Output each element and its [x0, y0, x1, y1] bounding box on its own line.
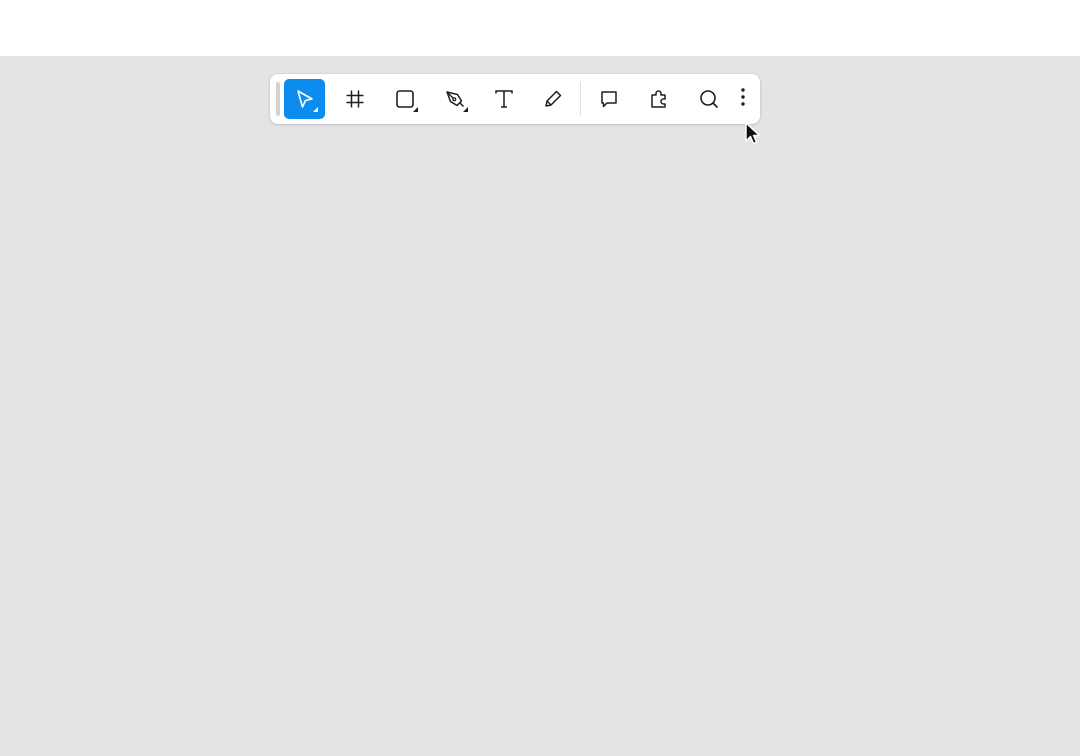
- text-tool-button[interactable]: [483, 79, 524, 119]
- plugins-button[interactable]: [638, 79, 679, 119]
- more-options-button[interactable]: [734, 84, 752, 114]
- floating-toolbar: [270, 74, 760, 124]
- app-window: [0, 0, 1080, 756]
- comment-tool-button[interactable]: [588, 79, 629, 119]
- vertical-ellipsis-icon: [740, 87, 746, 112]
- top-bar: [0, 0, 1080, 56]
- text-t-icon: [493, 88, 515, 110]
- search-button[interactable]: [688, 79, 729, 119]
- frame-hash-icon: [344, 88, 366, 110]
- move-tool-button[interactable]: [284, 79, 325, 119]
- comment-bubble-icon: [598, 88, 620, 110]
- design-canvas[interactable]: [0, 56, 1080, 756]
- frame-tool-button[interactable]: [334, 79, 375, 119]
- shape-tool-button[interactable]: [384, 79, 425, 119]
- pen-tool-menu-caret[interactable]: [463, 107, 468, 112]
- toolbar-divider: [580, 82, 581, 116]
- pencil-icon: [542, 88, 564, 110]
- search-icon: [698, 88, 720, 110]
- puzzle-piece-icon: [648, 88, 670, 110]
- pen-tool-button[interactable]: [434, 79, 475, 119]
- shape-tool-menu-caret[interactable]: [413, 107, 418, 112]
- toolbar-drag-handle[interactable]: [276, 82, 280, 116]
- pencil-tool-button[interactable]: [532, 79, 573, 119]
- move-tool-menu-caret[interactable]: [313, 107, 318, 112]
